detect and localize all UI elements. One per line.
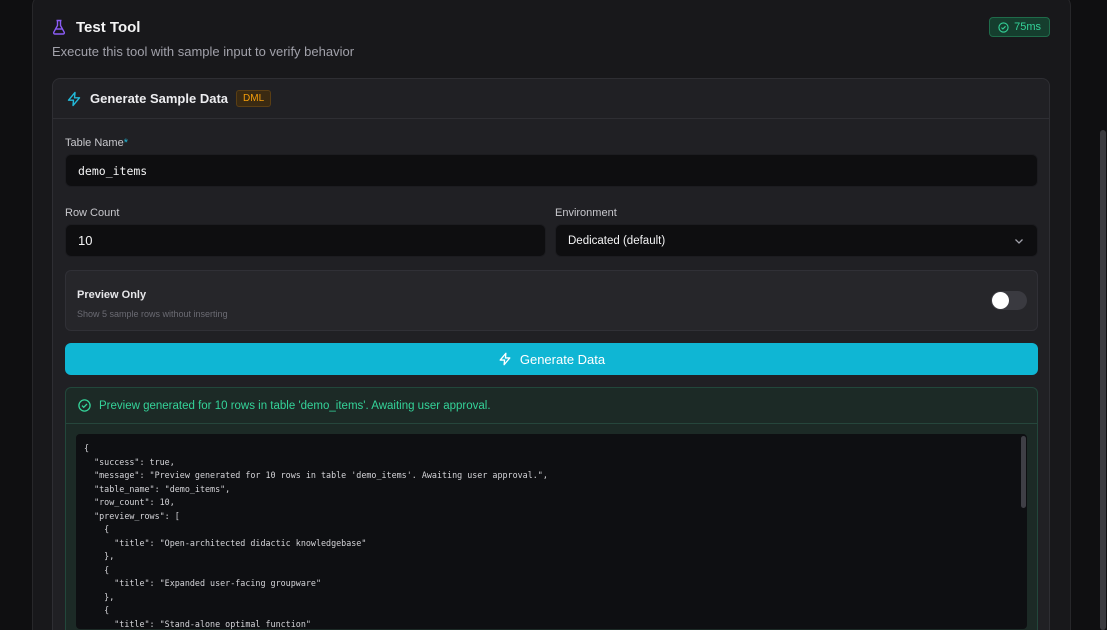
tool-card-header: Generate Sample Data DML: [53, 79, 1049, 119]
timing-badge: 75ms: [989, 17, 1050, 37]
test-tool-header: Test Tool Execute this tool with sample …: [52, 17, 1050, 66]
table-name-label-text: Table Name: [65, 137, 124, 149]
preview-only-title: Preview Only: [77, 289, 147, 301]
page-title: Test Tool: [76, 18, 141, 36]
tool-card: Generate Sample Data DML Table Name* dem…: [52, 78, 1050, 630]
left-gutter: [0, 0, 32, 630]
json-output-text: { "success": true, "message": "Preview g…: [84, 443, 548, 629]
table-name-label: Table Name*: [65, 137, 128, 149]
lightning-bolt-icon: [66, 91, 82, 107]
generate-data-button[interactable]: Generate Data: [65, 343, 1038, 375]
environment-label: Environment: [555, 207, 617, 219]
environment-select-value: Dedicated (default): [568, 234, 666, 247]
chevron-down-icon: [1015, 239, 1023, 244]
result-panel: Preview generated for 10 rows in table '…: [65, 387, 1038, 630]
row-count-input[interactable]: 10: [65, 224, 546, 257]
generate-data-label: Generate Data: [519, 351, 606, 367]
result-message: Preview generated for 10 rows in table '…: [99, 399, 491, 412]
preview-only-description: Show 5 sample rows without inserting: [77, 309, 228, 319]
json-output-scrollbar[interactable]: [1021, 436, 1026, 508]
result-header: Preview generated for 10 rows in table '…: [66, 388, 1037, 424]
lightning-bolt-icon: [499, 352, 511, 366]
row-count-label: Row Count: [65, 207, 120, 219]
dml-badge: DML: [236, 90, 272, 107]
switch-knob: [992, 292, 1009, 309]
page-subtitle: Execute this tool with sample input to v…: [52, 44, 355, 59]
table-name-input[interactable]: demo_items: [65, 154, 1038, 187]
flask-icon: [52, 19, 66, 35]
environment-select[interactable]: Dedicated (default): [555, 224, 1038, 257]
json-output[interactable]: { "success": true, "message": "Preview g…: [76, 434, 1027, 629]
check-circle-icon: [78, 399, 91, 412]
page-scrollbar[interactable]: [1100, 130, 1106, 630]
tool-title: Generate Sample Data: [90, 91, 229, 106]
check-circle-icon: [998, 21, 1009, 33]
preview-only-switch[interactable]: [991, 291, 1027, 310]
timing-value: 75ms: [1014, 21, 1041, 33]
required-marker: *: [123, 137, 128, 149]
right-gutter: [1071, 0, 1107, 630]
preview-only-toggle-row: Preview Only Show 5 sample rows without …: [65, 270, 1038, 331]
